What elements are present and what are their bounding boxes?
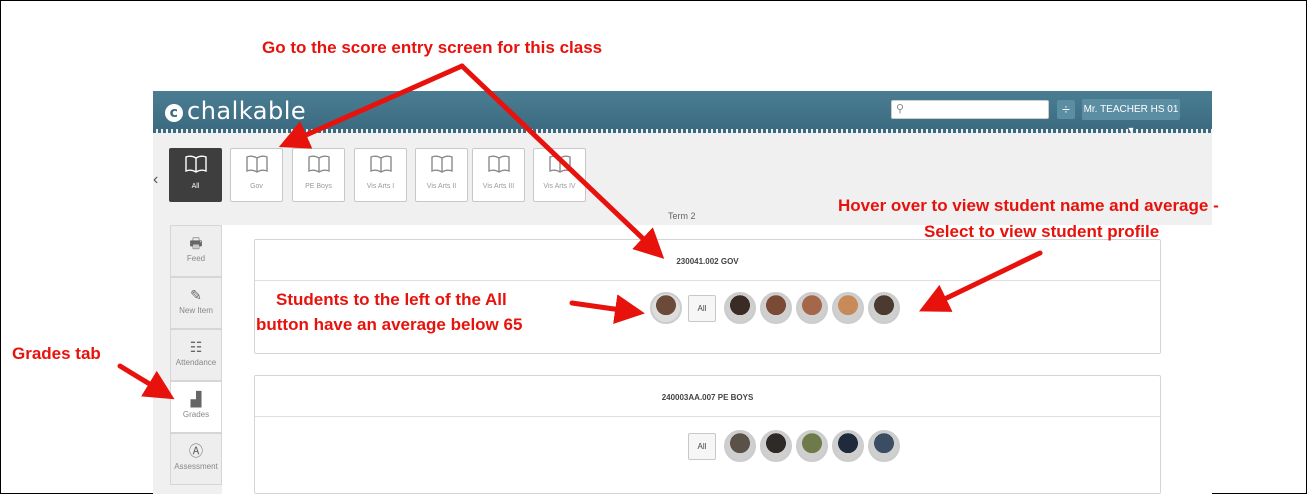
arrow-to-low-student bbox=[569, 294, 645, 325]
arrow-to-avatars bbox=[918, 250, 1043, 312]
annotation-arrows bbox=[117, 63, 1043, 400]
arrow-to-class-title bbox=[459, 63, 665, 259]
arrow-to-gov-tile bbox=[278, 63, 465, 149]
arrow-to-grades-tab bbox=[117, 363, 175, 400]
